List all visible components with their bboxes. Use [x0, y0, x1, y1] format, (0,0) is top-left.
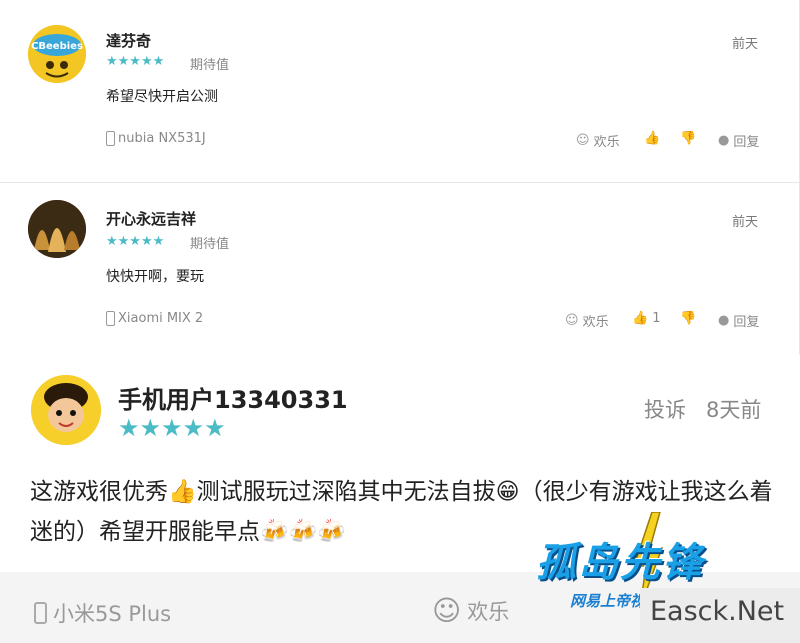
like-count: 1 [652, 311, 661, 326]
emotion-button[interactable]: ☺ 欢乐 [576, 131, 620, 150]
emotion-label: 欢乐 [582, 315, 609, 330]
device-name: 小米5S Plus [53, 602, 172, 626]
watermark-logo: 孤岛先锋 [536, 540, 704, 586]
avatar[interactable]: CBeebies [28, 25, 86, 83]
reply-button[interactable]: ● 回复 [718, 131, 759, 150]
device-info: 小米5S Plus [34, 598, 171, 628]
comment-icon: ● [718, 133, 730, 148]
rating-stars: ★★★★★ [106, 54, 165, 69]
review-text-part: 这游戏很优秀 [30, 479, 168, 505]
review-list: CBeebies 達芬奇 ★★★★★ 期待值 前天 希望尽快开启公测 nubia… [0, 0, 800, 643]
smile-icon: ☺ [565, 313, 579, 328]
complain-button[interactable]: 投诉 [644, 394, 686, 424]
avatar[interactable] [28, 200, 86, 258]
review-text: 快快开啊，要玩 [106, 269, 204, 285]
thumb-up-icon: 👍 [644, 131, 661, 146]
device-info: Xiaomi MIX 2 [106, 311, 203, 326]
thumb-up-icon: 👍 [632, 311, 649, 326]
user-name[interactable]: 开心永远吉祥 [106, 208, 196, 229]
thumbs-up-emoji-icon: 👍 [168, 479, 197, 505]
smile-icon: ☺ [432, 594, 462, 627]
thumb-down-icon: 👎 [680, 311, 697, 326]
device-name: nubia NX531J [118, 131, 206, 146]
user-name[interactable]: 手机用户13340331 [118, 380, 348, 415]
rating-stars: ★★★★★ [106, 234, 165, 249]
thumb-down-icon: 👎 [680, 131, 697, 146]
avatar-logo-text: CBeebies [31, 41, 83, 52]
reply-button[interactable]: ● 回复 [718, 311, 759, 330]
review-time: 前天 [732, 37, 759, 52]
rating-type-label: 期待值 [190, 237, 230, 252]
watermark-site: Easck.Net [640, 588, 800, 643]
phone-icon [106, 131, 115, 146]
phone-icon [106, 311, 115, 326]
device-info: nubia NX531J [106, 131, 206, 146]
dislike-button[interactable]: 👎 [680, 311, 696, 326]
review-time: 前天 [732, 215, 759, 230]
emotion-label: 欢乐 [467, 599, 510, 624]
user-name[interactable]: 達芬奇 [106, 30, 151, 51]
emotion-button[interactable]: ☺ 欢乐 [565, 311, 609, 330]
rating-stars: ★★★★★ [118, 414, 226, 442]
emotion-button[interactable]: ☺ 欢乐 [432, 594, 509, 627]
like-button[interactable]: 👍 1 [632, 311, 660, 326]
emotion-label: 欢乐 [593, 135, 620, 150]
phone-icon [34, 602, 47, 624]
device-name: Xiaomi MIX 2 [118, 311, 204, 326]
comment-icon: ● [718, 313, 730, 328]
avatar[interactable] [31, 375, 101, 445]
review-text-part: 测试服玩过深陷其中无法自拔 [196, 479, 496, 505]
review-time: 8天前 [706, 398, 762, 422]
grin-emoji-icon: 😁 [495, 479, 520, 505]
dislike-button[interactable]: 👎 [680, 131, 696, 146]
smile-icon: ☺ [576, 133, 590, 148]
rating-type-label: 期待值 [190, 58, 230, 73]
reply-label: 回复 [733, 315, 760, 330]
like-button[interactable]: 👍 [644, 131, 660, 146]
beer-emoji-icon: 🍻🍻🍻 [260, 519, 346, 545]
review-text: 希望尽快开启公测 [106, 89, 218, 105]
reply-label: 回复 [733, 135, 760, 150]
